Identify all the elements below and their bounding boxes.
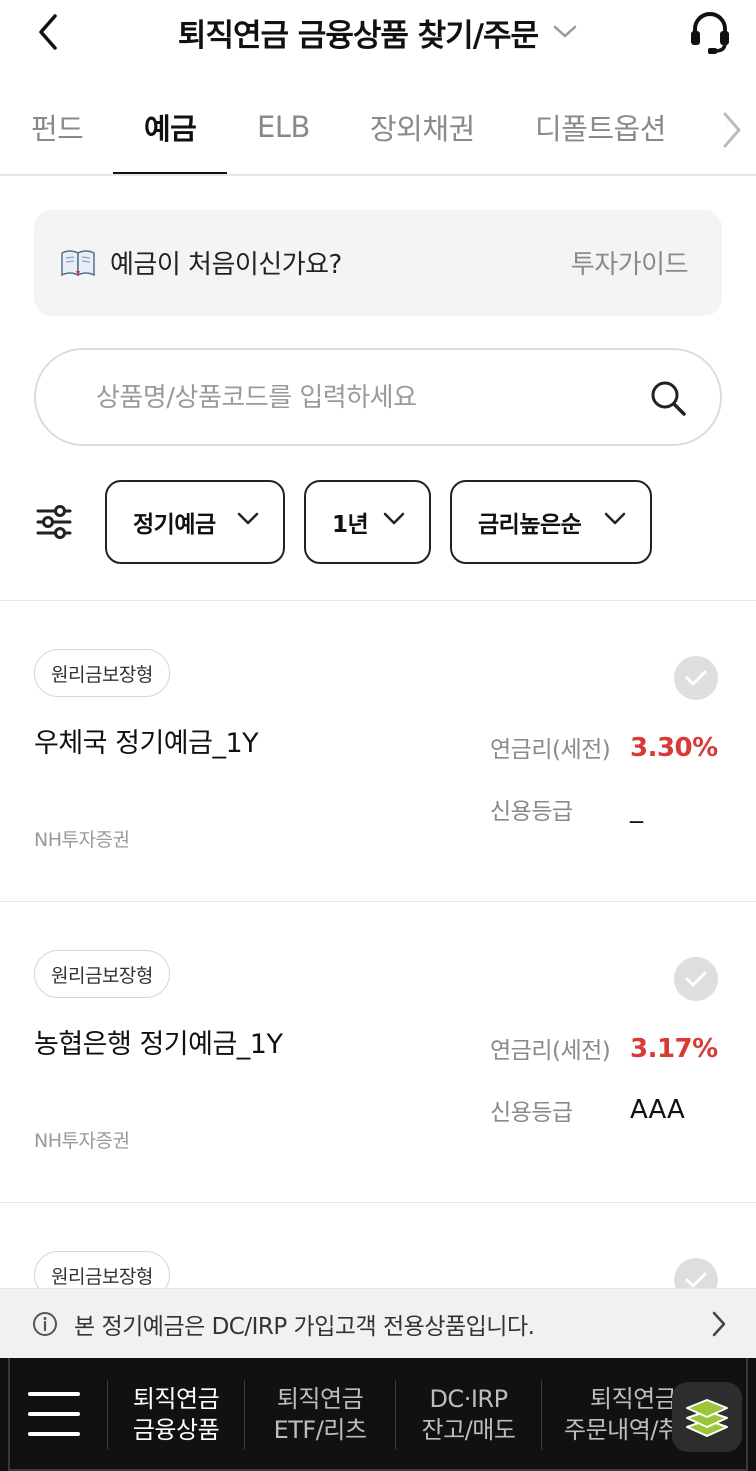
tab-otc-bonds[interactable]: 장외채권 [370,102,475,152]
guarantee-badge: 원리금보장형 [34,950,170,998]
title-dropdown[interactable]: 퇴직연금 금융상품 찾기/주문 [0,10,756,54]
select-checkbox[interactable] [674,957,718,1001]
nav-item-products[interactable]: 퇴직연금 금융상품 [108,1358,244,1471]
product-name: 우체국 정기예금_1Y [34,727,259,759]
chevron-right-icon [723,112,741,148]
issuer: NH투자증권 [34,1129,130,1152]
guarantee-badge: 원리금보장형 [34,649,170,697]
tab-default-option[interactable]: 디폴트옵션 [535,102,666,152]
nav-label-line1: 퇴직연금 [276,1384,364,1413]
tab-deposit[interactable]: 예금 [144,102,197,152]
guide-text: 예금이 처음이신가요? [110,249,342,280]
filter-label: 1년 [332,512,369,538]
chevron-down-icon [383,512,405,525]
support-button[interactable] [686,8,734,56]
credit-label: 신용등급 [490,1100,573,1126]
book-icon [61,250,95,277]
credit-value: AAA [630,1095,685,1125]
guide-banner[interactable]: 예금이 처음이신가요? 투자가이드 [34,210,722,316]
rate-label: 연금리(세전) [490,1038,611,1064]
filter-term[interactable]: 1년 [304,480,431,564]
layers-button[interactable] [672,1382,742,1452]
nav-label-line1: DC·IRP [429,1384,508,1413]
filter-label: 정기예금 [133,512,216,538]
bottom-navigation: 퇴직연금 금융상품 퇴직연금 ETF/리츠 DC·IRP 잔고/매도 퇴직연금 … [0,1358,756,1471]
chevron-down-icon [604,512,626,525]
select-checkbox[interactable] [674,1258,718,1288]
filter-sort[interactable]: 금리높은순 [450,480,652,564]
credit-label: 신용등급 [490,799,573,825]
nav-label-line1: 퇴직연금 [132,1384,220,1413]
product-card[interactable]: 원리금보장형 우체국 정기예금_1Y 연금리(세전) 3.30% 신용등급 _ … [0,601,756,901]
headset-icon [691,12,729,54]
page-title: 퇴직연금 금융상품 찾기/주문 [177,17,539,54]
search-bar [34,348,722,446]
nav-label-line2: ETF/리츠 [273,1415,367,1444]
nav-label-line1: 퇴직연금 [590,1384,677,1413]
notice-bar[interactable]: 본 정기예금은 DC/IRP 가입고객 전용상품입니다. [0,1288,756,1358]
app-header: 퇴직연금 금융상품 찾기/주문 [0,0,756,64]
rate-value: 3.30% [630,733,718,763]
nav-item-etf[interactable]: 퇴직연금 ETF/리츠 [245,1358,395,1471]
chevron-down-icon [237,512,259,525]
check-icon [685,971,707,987]
active-tab-indicator [113,172,227,174]
chevron-right-icon [704,1309,734,1339]
product-name: 농협은행 정기예금_1Y [34,1028,283,1060]
filter-settings-button[interactable] [32,500,76,544]
hamburger-icon [28,1392,80,1396]
guarantee-badge: 원리금보장형 [34,1251,170,1288]
info-icon [33,1312,57,1336]
nav-label-line2: 잔고/매도 [421,1415,516,1444]
chevron-down-icon [552,24,578,40]
credit-value: _ [630,794,643,824]
search-icon [651,381,686,416]
notice-text: 본 정기예금은 DC/IRP 가입고객 전용상품입니다. [74,1314,535,1340]
product-tabs: 펀드 예금 ELB 장외채권 디폴트옵션 이 [0,80,756,176]
search-input[interactable] [96,374,616,422]
layers-icon [686,1399,728,1437]
sliders-icon [36,505,72,539]
check-icon [685,670,707,686]
tab-fund[interactable]: 펀드 [31,102,84,152]
nav-item-balance[interactable]: DC·IRP 잔고/매도 [396,1358,541,1471]
filter-label: 금리높은순 [478,512,582,538]
nav-label-line2: 금융상품 [132,1415,220,1444]
filter-product-type[interactable]: 정기예금 [105,480,285,564]
menu-button[interactable] [28,1392,80,1436]
issuer: NH투자증권 [34,828,130,851]
tab-elb[interactable]: ELB [257,102,310,152]
hamburger-icon [28,1412,80,1416]
tab-scroll-right-button[interactable] [714,108,750,152]
search-button[interactable] [646,376,690,420]
rate-value: 3.17% [630,1034,718,1064]
product-card[interactable]: 원리금보장형 농협은행 정기예금_1Y 연금리(세전) 3.17% 신용등급 A… [0,902,756,1202]
rate-label: 연금리(세전) [490,737,611,763]
nav-separator [541,1380,542,1450]
investment-guide-link[interactable]: 투자가이드 [571,240,689,284]
product-card[interactable]: 원리금보장형 [0,1203,756,1288]
hamburger-icon [28,1432,80,1436]
nav-label-line2: 주문내역/취 [564,1415,680,1444]
check-icon [685,1272,707,1288]
select-checkbox[interactable] [674,656,718,700]
